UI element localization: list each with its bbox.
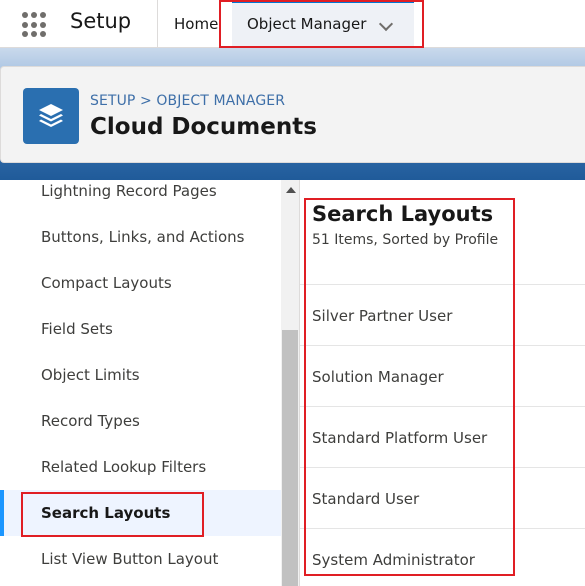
list-item[interactable]: Silver Partner User <box>300 284 585 345</box>
list-item-label: Standard User <box>312 490 420 508</box>
layers-icon <box>23 88 79 144</box>
sidebar-item-buttons-links-actions[interactable]: Buttons, Links, and Actions <box>0 214 281 260</box>
breadcrumb[interactable]: SETUP > OBJECT MANAGER <box>90 93 285 109</box>
sidebar-item-compact-layouts[interactable]: Compact Layouts <box>0 260 281 306</box>
list-item-label: Solution Manager <box>312 368 444 386</box>
nav-divider <box>157 0 158 48</box>
app-launcher-icon[interactable] <box>22 12 48 38</box>
sidebar-item-list-view-button-layout[interactable]: List View Button Layout <box>0 536 281 582</box>
tab-home[interactable]: Home <box>174 15 218 33</box>
list-item-label: Standard Platform User <box>312 429 488 447</box>
sidebar-item-label: Compact Layouts <box>41 274 172 292</box>
global-nav-bar: Setup Home Object Manager <box>0 0 585 48</box>
sidebar-item-label: Field Sets <box>41 320 113 338</box>
sidebar-item-label: List View Button Layout <box>41 550 219 568</box>
sidebar-item-record-types[interactable]: Record Types <box>0 398 281 444</box>
list-title: Search Layouts <box>312 202 494 226</box>
list-item[interactable]: Standard Platform User <box>300 406 585 467</box>
scroll-up-arrow-icon[interactable] <box>286 187 296 193</box>
scrollbar-thumb[interactable] <box>282 330 298 586</box>
sidebar-item-object-limits[interactable]: Object Limits <box>0 352 281 398</box>
sidebar-item-label: Object Limits <box>41 366 140 384</box>
sidebar-item-search-layouts[interactable]: Search Layouts <box>0 490 281 536</box>
tab-object-manager-label: Object Manager <box>247 15 367 33</box>
sidebar-item-related-lookup-filters[interactable]: Related Lookup Filters <box>0 444 281 490</box>
tab-object-manager[interactable]: Object Manager <box>232 0 414 46</box>
list-item[interactable]: System Administrator <box>300 528 585 586</box>
list-subtitle: 51 Items, Sorted by Profile <box>312 232 499 248</box>
list-item[interactable]: Solution Manager <box>300 345 585 406</box>
search-layouts-panel: Search Layouts 51 Items, Sorted by Profi… <box>299 180 585 586</box>
sidebar-item-label: Record Types <box>41 412 140 430</box>
sidebar-item-label: Lightning Record Pages <box>41 182 217 200</box>
chevron-down-icon[interactable] <box>378 16 394 32</box>
page-title: Cloud Documents <box>90 114 317 140</box>
app-name: Setup <box>70 9 132 33</box>
object-header: SETUP > OBJECT MANAGER Cloud Documents <box>0 66 585 163</box>
object-sidebar: Lightning Record Pages Buttons, Links, a… <box>0 180 281 586</box>
sidebar-item-label: Related Lookup Filters <box>41 458 207 476</box>
list-item-label: System Administrator <box>312 551 475 569</box>
list-item[interactable]: Standard User <box>300 467 585 528</box>
sidebar-item-field-sets[interactable]: Field Sets <box>0 306 281 352</box>
sidebar-item-label: Search Layouts <box>41 504 171 522</box>
sidebar-item-label: Buttons, Links, and Actions <box>41 228 245 246</box>
sidebar-item-lightning-record-pages[interactable]: Lightning Record Pages <box>0 180 281 214</box>
list-item-label: Silver Partner User <box>312 307 453 325</box>
